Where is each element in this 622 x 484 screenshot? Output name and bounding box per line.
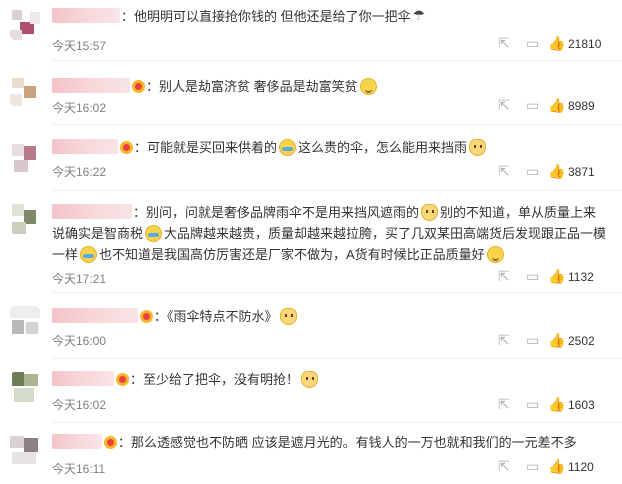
cat-emoji-icon [279, 308, 297, 325]
colon: ： [154, 309, 168, 324]
timestamp: 今天16:00 [52, 334, 107, 348]
timestamp: 今天16:22 [52, 165, 107, 179]
comment-icon[interactable]: ▭ [526, 97, 539, 114]
thumbs-up-icon[interactable]: 👍 [548, 396, 565, 413]
share-icon[interactable]: ⇱ [498, 458, 510, 475]
divider [52, 358, 622, 359]
crying-emoji-icon [279, 139, 297, 156]
comment-icon[interactable]: ▭ [526, 268, 539, 285]
like-count: 2502 [568, 334, 595, 348]
crying-emoji-icon [145, 225, 163, 242]
colon: ： [121, 9, 135, 24]
avatar[interactable] [6, 138, 44, 176]
like-count: 8989 [568, 99, 595, 113]
colon: ： [134, 140, 148, 155]
divider [52, 124, 622, 125]
share-icon[interactable]: ⇱ [498, 268, 510, 285]
divider [52, 292, 622, 293]
divider [52, 422, 622, 423]
comment-text: 这么贵的伞，怎么能用来挡雨 [298, 140, 468, 155]
thumbs-up-icon[interactable]: 👍 [548, 163, 565, 180]
comment-icon[interactable]: ▭ [526, 35, 539, 52]
like-count: 21810 [568, 37, 602, 51]
username[interactable] [52, 139, 118, 154]
thumbs-up-icon[interactable]: 👍 [548, 97, 565, 114]
username[interactable] [52, 78, 130, 93]
divider [52, 60, 622, 61]
thumbs-up-icon[interactable]: 👍 [548, 332, 565, 349]
share-icon[interactable]: ⇱ [498, 35, 510, 52]
thumbs-up-icon[interactable]: 👍 [548, 458, 565, 475]
divider [52, 190, 622, 191]
timestamp: 今天15:57 [52, 39, 107, 53]
avatar[interactable] [6, 430, 44, 468]
comment-text: 别问，问就是奢侈品牌雨伞不是用来挡风遮雨的 [146, 205, 420, 220]
comment-icon[interactable]: ▭ [526, 163, 539, 180]
cat-emoji-icon [421, 204, 439, 221]
colon: ： [130, 372, 144, 387]
colon: ： [118, 435, 132, 450]
cat-emoji-icon [301, 371, 319, 388]
comment-text: 《雨伞特点不防水》 [167, 309, 278, 324]
avatar[interactable] [6, 200, 44, 238]
username[interactable] [52, 434, 102, 449]
like-count: 3871 [568, 165, 595, 179]
username[interactable] [52, 371, 114, 386]
share-icon[interactable]: ⇱ [498, 97, 510, 114]
vip-badge-icon [120, 141, 133, 154]
vip-badge-icon [104, 436, 117, 449]
comment-text: 可能就是买回来供着的 [147, 140, 278, 155]
comment-text: 他明明可以直接抢你钱的 但他还是给了你一把伞 [134, 9, 411, 24]
avatar[interactable] [6, 302, 44, 340]
timestamp: 今天17:21 [52, 272, 107, 286]
username[interactable] [52, 8, 120, 23]
comment-icon[interactable]: ▭ [526, 396, 539, 413]
like-count: 1120 [568, 460, 594, 474]
share-icon[interactable]: ⇱ [498, 332, 510, 349]
smile-emoji-icon [486, 246, 504, 263]
comment-icon[interactable]: ▭ [526, 458, 539, 475]
thumbs-up-icon[interactable]: 👍 [548, 35, 565, 52]
comment-text: 至少给了把伞，没有明抢！ [143, 372, 300, 387]
umbrella-icon [413, 5, 427, 26]
vip-badge-icon [140, 310, 153, 323]
timestamp: 今天16:02 [52, 101, 107, 115]
comment-icon[interactable]: ▭ [526, 332, 539, 349]
timestamp: 今天16:11 [52, 462, 106, 476]
username[interactable] [52, 204, 132, 219]
thumbs-up-icon[interactable]: 👍 [548, 268, 565, 285]
crying-emoji-icon [80, 246, 98, 263]
share-icon[interactable]: ⇱ [498, 396, 510, 413]
like-count: 1603 [568, 398, 595, 412]
colon: ： [133, 205, 147, 220]
avatar[interactable] [6, 6, 44, 44]
comment-text: 别人是劫富济贫 奢侈品是劫富笑贫 [159, 79, 358, 94]
timestamp: 今天16:02 [52, 398, 107, 412]
grin-emoji-icon [359, 78, 377, 95]
avatar[interactable] [6, 72, 44, 110]
vip-badge-icon [116, 373, 129, 386]
avatar[interactable] [6, 368, 44, 406]
comment-text: 也不知道是我国高仿厉害还是厂家不做为，A货有时候比正品质量好 [99, 247, 485, 262]
like-count: 1132 [568, 270, 594, 284]
cat-emoji-icon [469, 139, 487, 156]
comment-text: 那么透感觉也不防晒 应该是遮月光的。有钱人的一万也就和我们的一元差不多 [131, 435, 577, 450]
username[interactable] [52, 308, 138, 323]
share-icon[interactable]: ⇱ [498, 163, 510, 180]
vip-badge-icon [132, 80, 145, 93]
colon: ： [146, 79, 160, 94]
